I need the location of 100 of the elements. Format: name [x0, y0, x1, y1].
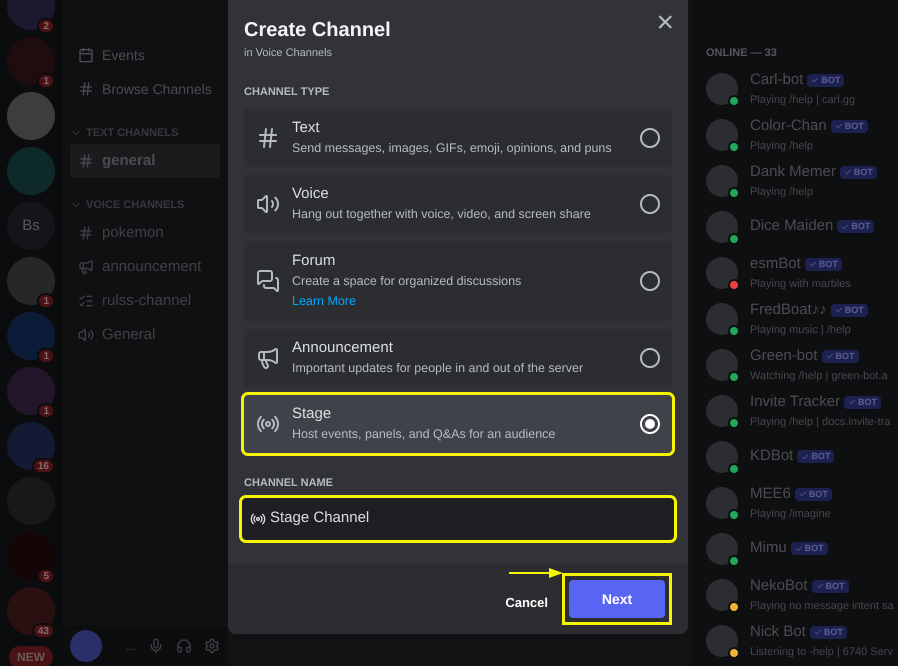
unread-badge: 1 — [37, 293, 55, 309]
member-name[interactable]: Color-Chan — [750, 115, 827, 138]
member-activity: Playing no message intent sa — [750, 598, 894, 614]
member-name[interactable]: Carl-bot — [750, 69, 804, 92]
member-name[interactable]: MEE6 — [750, 483, 791, 506]
member-avatar[interactable] — [706, 210, 738, 242]
sidebar-item[interactable]: Browse Channels — [70, 72, 220, 106]
check-icon — [801, 452, 810, 460]
option-title: Voice — [292, 184, 330, 204]
unread-badge: 1 — [37, 403, 55, 419]
member-avatar[interactable] — [706, 394, 738, 426]
new-badge[interactable]: NEW — [9, 646, 53, 666]
next-button[interactable]: Next — [569, 580, 665, 618]
dialog-subtitle: in Voice Channels — [244, 46, 334, 61]
bot-tag: BOT — [790, 542, 828, 556]
check-icon — [798, 490, 807, 498]
bot-tag: BOT — [794, 488, 832, 501]
channel-type-option[interactable]: Forum Create a space for organized discussions Learn More — [244, 241, 672, 321]
section-label: CHANNEL TYPE — [243, 84, 330, 100]
check-icon — [814, 628, 822, 636]
member-name[interactable]: FredBoat♪♪ — [750, 299, 827, 322]
channel-type-option[interactable]: Stage Host events, panels, and Q&As for an audience — [244, 395, 672, 453]
hash-icon — [78, 225, 94, 241]
broadcast-icon — [250, 510, 266, 526]
bot-tag: BOT — [810, 626, 847, 639]
learn-more-link[interactable]: Learn More — [292, 291, 628, 311]
member-avatar[interactable] — [706, 164, 738, 196]
channel-type-option[interactable]: Voice Hang out together with voice, video, and screen share — [244, 175, 672, 233]
cancel-button[interactable]: Cancel — [505, 593, 548, 612]
member-name[interactable]: NekoBot — [750, 575, 808, 598]
channel-type-option[interactable]: Announcement Important updates for people in and out of the server — [244, 329, 672, 387]
bot-tag: BOT — [837, 220, 874, 234]
bot-tag: BOT — [840, 166, 877, 179]
option-description: Host events, panels, and Q&As for an audience — [292, 426, 556, 443]
member-avatar[interactable] — [706, 256, 738, 288]
option-title: Forum — [292, 251, 336, 271]
check-icon — [848, 398, 856, 406]
member-activity: Playing /help — [750, 184, 814, 200]
member-name[interactable]: Green-bot — [750, 345, 818, 368]
more-text[interactable]: ... — [126, 637, 136, 655]
hash-icon — [78, 153, 94, 169]
option-description: Create a space for organized discussions — [292, 273, 522, 290]
checklist-icon — [78, 293, 94, 309]
radio-button[interactable] — [640, 194, 660, 214]
sidebar-item[interactable]: Events — [70, 38, 220, 72]
check-icon — [834, 306, 843, 314]
member-name[interactable]: Dank Memer — [750, 161, 836, 184]
unread-badge: 43 — [32, 623, 55, 639]
member-name[interactable]: KDBot — [750, 445, 794, 468]
member-avatar[interactable] — [706, 118, 738, 150]
member-activity: Playing /help | docs.invite-tra — [750, 414, 890, 430]
server-icon[interactable]: Bs — [7, 202, 55, 250]
member-activity: Playing /help — [750, 138, 814, 154]
radio-button[interactable] — [640, 348, 660, 368]
channel-name-value[interactable]: Stage Channel — [270, 507, 666, 530]
check-icon — [811, 76, 820, 84]
member-name[interactable]: esmBot — [750, 253, 801, 276]
megaphone-icon — [78, 259, 94, 275]
member-avatar[interactable] — [706, 578, 738, 610]
member-name[interactable]: Dice Maiden — [750, 215, 834, 238]
check-icon — [808, 260, 817, 268]
hash-icon — [256, 126, 280, 150]
member-activity: Playing /help | carl.gg — [750, 92, 855, 108]
member-avatar[interactable] — [706, 532, 738, 564]
member-name[interactable]: Nick Bot — [750, 621, 806, 644]
bot-tag: BOT — [807, 74, 844, 87]
member-avatar[interactable] — [706, 624, 738, 656]
bot-tag: BOT — [830, 304, 868, 317]
member-avatar[interactable] — [706, 348, 738, 380]
megaphone-icon — [256, 346, 280, 370]
member-avatar[interactable] — [706, 486, 738, 518]
member-avatar[interactable] — [706, 302, 738, 334]
speaker-icon — [256, 192, 280, 216]
check-icon — [826, 352, 834, 360]
unread-badge: 1 — [37, 73, 55, 89]
bot-tag: BOT — [797, 450, 834, 464]
speaker-icon — [78, 327, 94, 343]
hash-search-icon — [78, 81, 94, 97]
member-activity: Playing music | /help — [750, 322, 852, 338]
check-icon — [834, 122, 843, 130]
check-icon — [841, 222, 850, 230]
unread-badge: 1 — [37, 348, 55, 364]
close-button[interactable]: × — [656, 8, 674, 38]
radio-button[interactable] — [640, 271, 660, 291]
option-title: Stage — [292, 404, 332, 424]
section-label: CHANNEL NAME — [243, 476, 334, 491]
member-activity: Watching /help | green-bot.a — [750, 368, 888, 384]
member-name[interactable]: Mimu — [750, 537, 787, 560]
radio-button[interactable] — [640, 128, 660, 148]
channel-name-input[interactable]: Stage Channel — [242, 498, 674, 540]
check-icon — [844, 168, 852, 176]
member-avatar[interactable] — [706, 72, 738, 104]
member-name[interactable]: Invite Tracker — [750, 391, 840, 414]
channel-type-option[interactable]: Text Send messages, images, GIFs, emoji, opinions, and puns — [244, 109, 672, 167]
member-avatar[interactable] — [706, 440, 738, 472]
check-icon — [794, 544, 803, 552]
unread-badge: 2 — [37, 18, 55, 34]
member-heading: ONLINE — 33 — [706, 46, 778, 61]
bot-tag: BOT — [812, 580, 849, 593]
chat-bubbles-icon — [256, 269, 280, 293]
